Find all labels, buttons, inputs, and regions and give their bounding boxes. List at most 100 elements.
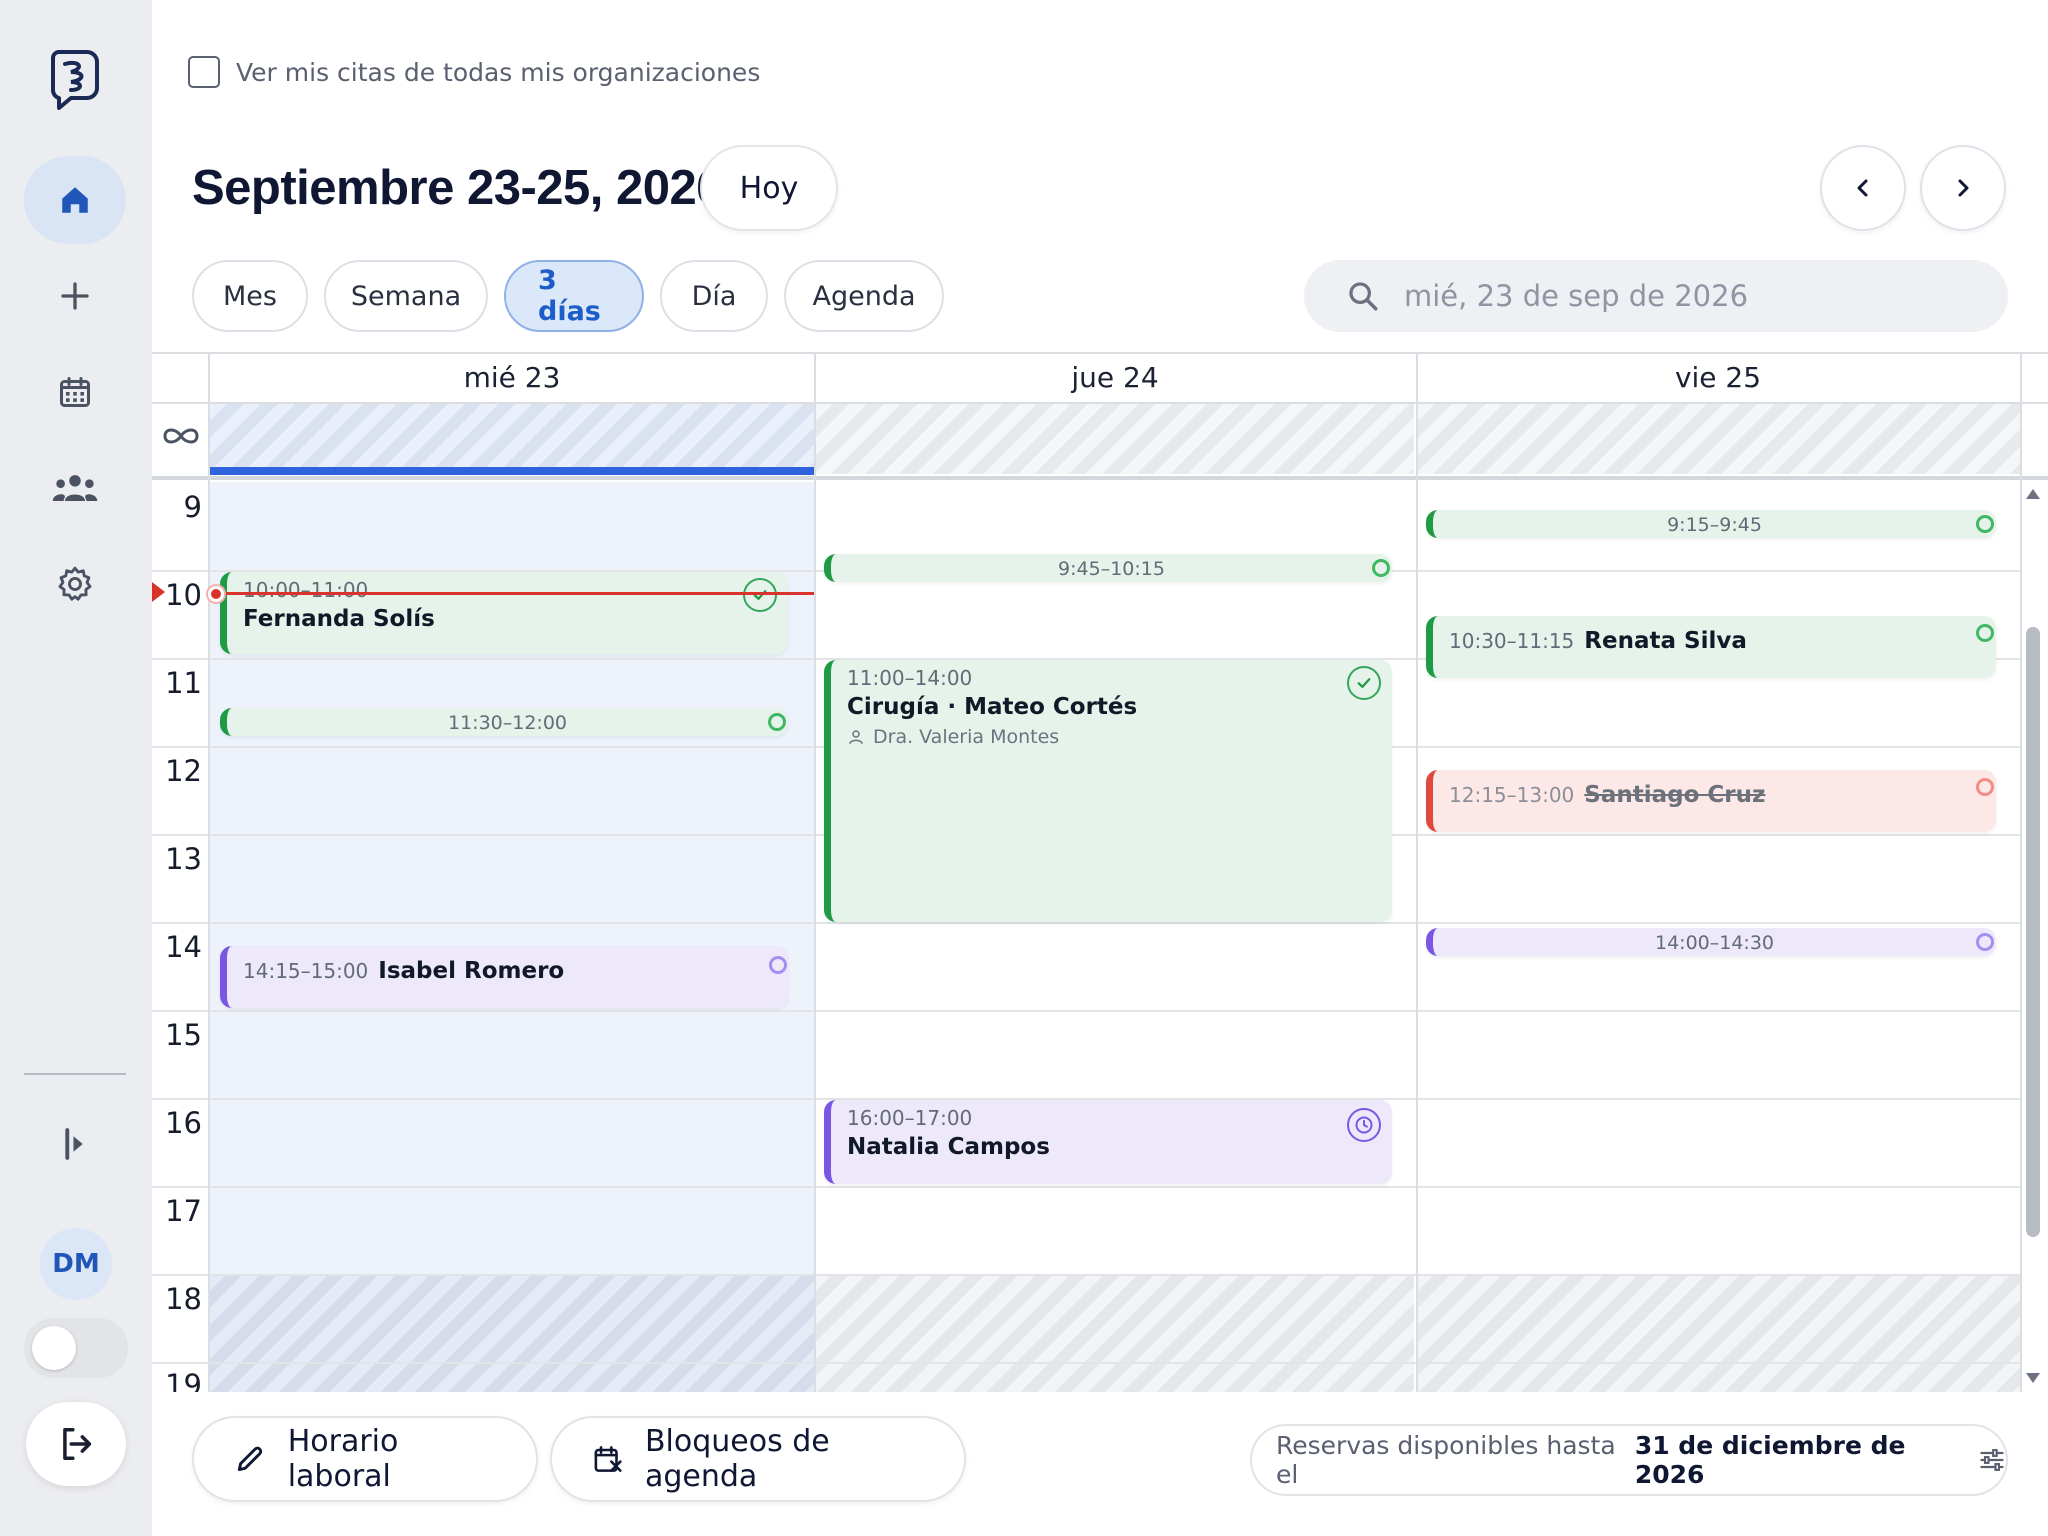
agenda-blocks-button[interactable]: Bloqueos de agenda [550, 1416, 966, 1502]
hour-line [152, 1362, 2022, 1364]
date-search[interactable] [1304, 260, 2008, 332]
event-santiago-cruz[interactable]: 12:15–13:00 Santiago Cruz [1426, 770, 1996, 832]
event-title: Natalia Campos [847, 1134, 1050, 1160]
avatar[interactable]: DM [40, 1228, 112, 1300]
event-9-15[interactable]: 9:15–9:45 [1426, 510, 1996, 538]
tab-day[interactable]: Día [660, 260, 768, 332]
home-icon[interactable] [24, 156, 126, 244]
person-icon [849, 730, 863, 744]
tab-agenda[interactable]: Agenda [784, 260, 944, 332]
status-ring-icon [1372, 559, 1390, 577]
agenda-blocks-label: Bloqueos de agenda [644, 1424, 830, 1494]
current-time-dot [208, 586, 224, 602]
all-orgs-row[interactable]: Ver mis citas de todas mis organizacione… [188, 56, 760, 88]
event-cirugia-mateo-cortes[interactable]: 11:00–14:00 Cirugía · Mateo Cortés Dra. … [824, 660, 1392, 922]
calendar-icon[interactable] [24, 348, 126, 436]
tab-3-days[interactable]: 3 días [504, 260, 644, 332]
status-ring-icon [1976, 515, 1994, 533]
after-hours-thu [816, 1274, 1414, 1392]
logout-icon [63, 1428, 92, 1460]
status-ring-icon [1976, 624, 1994, 642]
after-hours-fri [1418, 1274, 2022, 1392]
all-orgs-label: Ver mis citas de todas mis organizacione… [236, 57, 761, 87]
hour-line [152, 1274, 2022, 1276]
hour-label-12: 12 [165, 754, 202, 788]
hour-label-15: 15 [165, 1018, 202, 1052]
today-button[interactable]: Hoy [700, 145, 838, 231]
all-day-wed[interactable] [210, 404, 814, 474]
plus-icon[interactable] [24, 252, 126, 340]
all-day-infinity-icon [160, 422, 202, 454]
hour-label-17: 17 [165, 1194, 202, 1228]
calendar-grid: mié 23 jue 24 vie 25 9 10 11 12 13 14 15… [152, 352, 2048, 1392]
calendar-block-icon [594, 1446, 622, 1472]
day-header-fri[interactable]: vie 25 [1416, 352, 2020, 402]
theme-toggle[interactable] [24, 1318, 128, 1378]
day-header-thu[interactable]: jue 24 [814, 352, 1416, 402]
event-time: 10:00–11:00 [243, 578, 369, 602]
scroll-down-icon[interactable] [2025, 1372, 2041, 1384]
chevron-left-icon [1857, 179, 1868, 197]
search-icon [1349, 282, 1378, 311]
all-day-fri[interactable] [1418, 404, 2022, 474]
toggle-knob [32, 1326, 76, 1370]
column-divider [1416, 352, 1418, 1392]
event-row: 10:30–11:15 Renata Silva [1449, 628, 1747, 654]
event-title: Fernanda Solís [243, 606, 435, 632]
date-search-input[interactable] [1404, 279, 1964, 313]
event-time: 9:45–10:15 [1058, 558, 1165, 580]
expand-icon[interactable] [24, 1100, 126, 1188]
event-natalia-campos[interactable]: 16:00–17:00 Natalia Campos [824, 1100, 1392, 1184]
work-hours-label: Horario laboral [287, 1424, 399, 1494]
sidebar-divider [24, 1073, 126, 1075]
hour-label-14: 14 [165, 930, 202, 964]
logout-button[interactable] [26, 1402, 126, 1486]
event-time: 14:00–14:30 [1654, 932, 1774, 954]
sidebar: DM [0, 0, 152, 1536]
logo-icon[interactable] [24, 36, 126, 124]
users-icon[interactable] [24, 444, 126, 532]
confirmed-check-icon [743, 578, 777, 612]
calendar-scrollbar[interactable] [2022, 482, 2044, 1392]
event-title: Isabel Romero [378, 958, 565, 984]
reservations-prefix: Reservas disponibles hasta el [1276, 1431, 1616, 1489]
hour-label-9: 9 [183, 490, 202, 524]
event-doctor-row: Dra. Valeria Montes [847, 726, 1059, 748]
reservations-info[interactable]: Reservas disponibles hasta el 31 de dici… [1250, 1424, 2008, 1496]
hour-label-11: 11 [165, 666, 202, 700]
day-header-wed[interactable]: mié 23 [210, 352, 814, 402]
next-button[interactable] [1920, 145, 2006, 231]
all-orgs-checkbox[interactable] [188, 56, 220, 88]
event-11-30[interactable]: 11:30–12:00 [220, 708, 788, 736]
view-tabs: Mes Semana 3 días Día Agenda [192, 260, 944, 332]
prev-button[interactable] [1820, 145, 1906, 231]
tab-month[interactable]: Mes [192, 260, 308, 332]
column-divider [208, 352, 210, 1392]
confirmed-check-icon [1347, 666, 1381, 700]
event-14-00[interactable]: 14:00–14:30 [1426, 928, 1996, 956]
event-isabel-romero[interactable]: 14:15–15:00 Isabel Romero [220, 946, 788, 1008]
scroll-up-icon[interactable] [2025, 488, 2041, 500]
column-divider [814, 352, 816, 1392]
all-day-divider [152, 476, 2048, 480]
work-hours-button[interactable]: Horario laboral [192, 1416, 538, 1502]
pencil-icon [237, 1446, 263, 1472]
scrollbar-thumb[interactable] [2026, 627, 2040, 1237]
event-9-45[interactable]: 9:45–10:15 [824, 554, 1392, 582]
hour-label-18: 18 [165, 1282, 202, 1316]
event-time: 11:30–12:00 [447, 712, 567, 734]
event-renata-silva[interactable]: 10:30–11:15 Renata Silva [1426, 616, 1996, 678]
all-day-thu[interactable] [816, 404, 1414, 474]
hour-line [152, 922, 2022, 924]
hour-label-16: 16 [165, 1106, 202, 1140]
event-time: 9:15–9:45 [1667, 514, 1762, 536]
page-title: Septiembre 23-25, 2026 [192, 161, 724, 215]
event-time: 10:30–11:15 [1449, 629, 1575, 653]
gear-icon[interactable] [24, 540, 126, 628]
today-indicator-bar [210, 467, 814, 475]
chevron-right-icon [1958, 179, 1969, 197]
event-fernanda-solis[interactable]: 10:00–11:00 Fernanda Solís [220, 572, 788, 654]
tab-week[interactable]: Semana [324, 260, 488, 332]
event-time: 14:15–15:00 [243, 959, 369, 983]
now-arrow-icon [152, 582, 165, 602]
